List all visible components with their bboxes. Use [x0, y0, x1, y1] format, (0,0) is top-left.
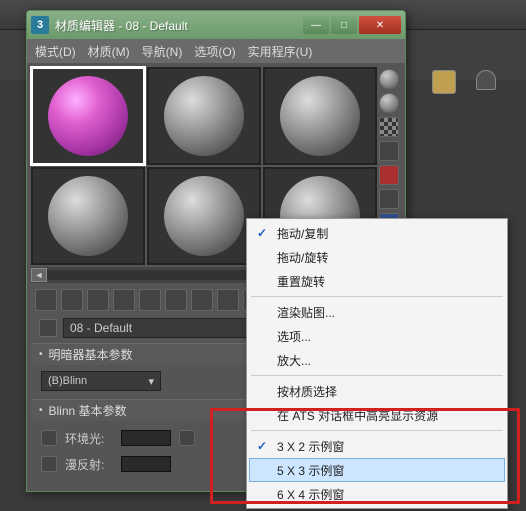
- put-to-library-icon[interactable]: [191, 289, 213, 311]
- make-unique-icon[interactable]: [165, 289, 187, 311]
- menu-grid-3x2[interactable]: 3 X 2 示例窗: [249, 434, 505, 458]
- material-sphere-icon: [280, 76, 360, 156]
- menu-grid-5x3[interactable]: 5 X 3 示例窗: [249, 458, 505, 482]
- ambient-label: 环境光:: [65, 430, 113, 447]
- material-sphere-icon: [48, 76, 128, 156]
- sample-slot-5[interactable]: [147, 167, 261, 265]
- menu-grid-6x4[interactable]: 6 X 4 示例窗: [249, 482, 505, 506]
- sample-context-menu: 拖动/复制 拖动/旋转 重置旋转 渲染贴图... 选项... 放大... 按材质…: [246, 218, 508, 509]
- menu-navigate[interactable]: 导航(N): [142, 43, 183, 60]
- video-check-icon[interactable]: [379, 165, 399, 185]
- reset-icon[interactable]: [113, 289, 135, 311]
- menu-zoom[interactable]: 放大...: [249, 348, 505, 372]
- material-sphere-icon: [48, 176, 128, 256]
- toolbar-icon[interactable]: [432, 70, 456, 94]
- diffuse-label: 漫反射:: [65, 456, 113, 473]
- shader-dropdown[interactable]: (B)Blinn ▾: [41, 371, 161, 391]
- chevron-down-icon: ▾: [148, 375, 154, 388]
- get-material-icon[interactable]: [35, 289, 57, 311]
- close-button[interactable]: ✕: [359, 16, 401, 34]
- background-icon[interactable]: [379, 117, 399, 137]
- sample-uv-icon[interactable]: [379, 141, 399, 161]
- assign-icon[interactable]: [87, 289, 109, 311]
- sample-slot-2[interactable]: [147, 67, 261, 165]
- menu-options[interactable]: 选项...: [249, 324, 505, 348]
- rollout-toggle-icon: •: [39, 349, 43, 360]
- make-copy-icon[interactable]: [139, 289, 161, 311]
- menu-reset-rotate[interactable]: 重置旋转: [249, 269, 505, 293]
- titlebar[interactable]: 3 材质编辑器 - 08 - Default ― □ ✕: [27, 11, 405, 39]
- material-id-icon[interactable]: [217, 289, 239, 311]
- put-to-scene-icon[interactable]: [61, 289, 83, 311]
- menu-material[interactable]: 材质(M): [88, 43, 130, 60]
- menu-select-by-material[interactable]: 按材质选择: [249, 379, 505, 403]
- teapot-icon[interactable]: [476, 70, 496, 90]
- lock-icon[interactable]: [41, 456, 57, 472]
- menu-render-map[interactable]: 渲染贴图...: [249, 300, 505, 324]
- maximize-button[interactable]: □: [331, 16, 357, 34]
- sample-slot-1[interactable]: [31, 67, 145, 165]
- menu-separator: [251, 296, 503, 297]
- sample-slot-3[interactable]: [263, 67, 377, 165]
- rollout-title: Blinn 基本参数: [49, 402, 127, 419]
- make-preview-icon[interactable]: [379, 189, 399, 209]
- menu-separator: [251, 430, 503, 431]
- app-icon: 3: [31, 16, 49, 34]
- menu-mode[interactable]: 模式(D): [35, 43, 76, 60]
- eyedropper-icon[interactable]: [39, 319, 57, 337]
- window-title: 材质编辑器 - 08 - Default: [55, 17, 303, 34]
- menu-highlight-ats[interactable]: 在 ATS 对话框中高亮显示资源: [249, 403, 505, 427]
- ambient-color-swatch[interactable]: [121, 430, 171, 446]
- menu-drag-copy[interactable]: 拖动/复制: [249, 221, 505, 245]
- material-sphere-icon: [164, 176, 244, 256]
- lock-icon[interactable]: [41, 430, 57, 446]
- scroll-left-icon[interactable]: ◄: [31, 268, 47, 282]
- menu-drag-rotate[interactable]: 拖动/旋转: [249, 245, 505, 269]
- material-sphere-icon: [164, 76, 244, 156]
- minimize-button[interactable]: ―: [303, 16, 329, 34]
- menubar: 模式(D) 材质(M) 导航(N) 选项(O) 实用程序(U): [27, 39, 405, 63]
- menu-options[interactable]: 选项(O): [194, 43, 235, 60]
- menu-utility[interactable]: 实用程序(U): [248, 43, 313, 60]
- backlight-icon[interactable]: [379, 93, 399, 113]
- shader-value: (B)Blinn: [48, 375, 87, 387]
- rollout-title: 明暗器基本参数: [49, 346, 133, 363]
- sample-type-icon[interactable]: [379, 69, 399, 89]
- lock-icon[interactable]: [179, 430, 195, 446]
- rollout-toggle-icon: •: [39, 405, 43, 416]
- sample-slot-4[interactable]: [31, 167, 145, 265]
- menu-separator: [251, 375, 503, 376]
- diffuse-color-swatch[interactable]: [121, 456, 171, 472]
